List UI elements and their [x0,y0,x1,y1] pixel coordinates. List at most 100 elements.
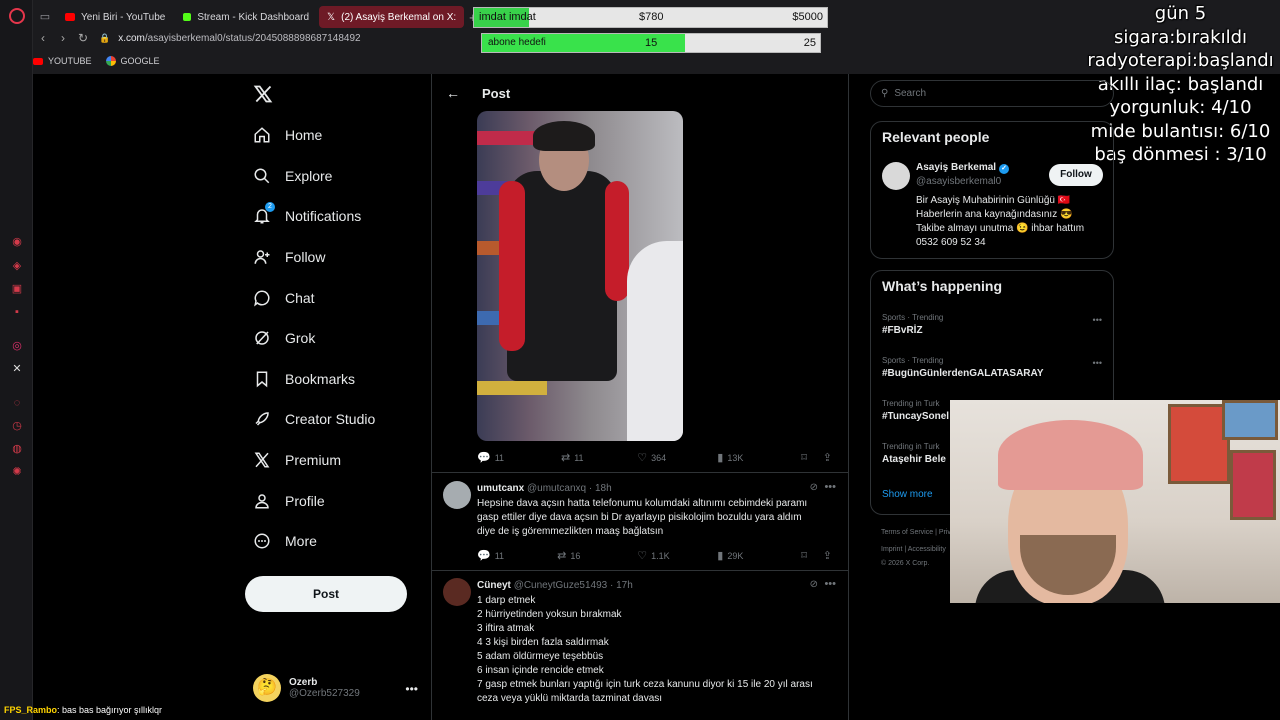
clock-icon[interactable]: ◷ [11,420,23,432]
more-dots-icon[interactable]: ••• [1093,358,1102,368]
show-more-link[interactable]: Show more [882,489,933,500]
search-icon: ⚲ [881,88,889,99]
copyright: © 2026 X Corp. [881,560,930,567]
nav-home[interactable]: Home [253,115,375,156]
more-dots-icon[interactable]: ••• [1093,315,1102,325]
reply-author[interactable]: umutcanx [477,483,524,494]
white-bag [627,241,683,441]
sidebar-app-icon[interactable]: ◌ [11,397,23,409]
reply-text: 1 darp etmek 2 hürriyetinden yoksun bıra… [477,595,813,704]
donation-goal-label: imdat imdat [479,11,536,23]
nav-premium[interactable]: Premium [253,440,375,481]
like-button[interactable]: ♡ 364 [637,451,717,464]
tab-x-post[interactable]: 𝕏 (2) Asayiş Berkemal on X: [319,6,465,28]
reply-item[interactable]: Cüneyt @CuneytGuze51493 · 17h ⊘ ••• 1 da… [432,578,848,720]
person-arm [499,181,525,351]
nav-explore[interactable]: Explore [253,156,375,197]
heart-icon: ♡ [637,550,648,562]
nav-creator-studio[interactable]: Creator Studio [253,399,375,440]
reply-item[interactable]: umutcanx @umutcanxq · 18h ⊘ ••• Hepsine … [432,481,848,571]
trend-item[interactable]: Sports · Trending #FBvRİZ ••• [882,313,1102,336]
reply-text: Hepsine dava açsın hatta telefonumu kolu… [477,498,808,537]
nav-bookmarks[interactable]: Bookmarks [253,359,375,400]
like-button[interactable]: ♡ 1.1K [637,549,717,562]
reply-time: · 17h [610,580,633,591]
post-video[interactable] [477,111,683,441]
more-dots-icon[interactable]: ••• [824,578,836,590]
search-icon [253,167,271,185]
address-bar: ‹ › ↻ 🔒 x.com/asayisberkemal0/status/204… [33,28,361,48]
share-button[interactable]: ⇪ [823,451,832,464]
grok-icon[interactable]: ⊘ [810,482,818,493]
verified-badge-icon: ✓ [999,164,1010,174]
tab-bar: ▭ Yeni Biri - YouTube Stream - Kick Dash… [33,6,477,28]
divider [432,472,848,473]
settings-icon[interactable]: ✺ [11,466,23,478]
grok-icon[interactable]: ⊘ [810,579,818,590]
sidebar-app-icon[interactable]: ◈ [11,260,23,272]
tab-kick[interactable]: Stream - Kick Dashboard [175,6,317,28]
follow-button[interactable]: Follow [1049,164,1103,186]
nav-notifications[interactable]: 2 Notifications [253,196,375,237]
bookmark-button[interactable]: ⌑ [801,451,822,464]
nav-profile[interactable]: Profile [253,480,375,521]
trend-item[interactable]: Sports · Trending #BugünGünlerdenGALATAS… [882,356,1102,379]
reload-icon[interactable]: ↻ [73,31,93,45]
repost-button[interactable]: ⇄ 16 [557,549,637,562]
workspace-icon[interactable]: ▭ [36,8,54,26]
repost-button[interactable]: ⇄ 11 [561,451,637,464]
back-arrow-icon[interactable]: ← [446,85,460,101]
bookmark-button[interactable]: ⌑ [801,549,822,562]
more-dots-icon[interactable]: ••• [824,481,836,493]
footer-links[interactable]: Imprint | Accessibility [881,546,946,553]
avatar[interactable] [443,578,471,606]
sub-goal-current: 15 [645,37,658,49]
person-hair [533,121,595,151]
bookmark-youtube[interactable]: YOUTUBE [33,56,92,66]
reply-author[interactable]: Cüneyt [477,580,511,591]
bookmark-google[interactable]: GOOGLE [105,56,160,66]
sidebar-app-icon[interactable]: ◉ [11,236,23,248]
share-button[interactable]: ⇪ [823,549,832,562]
search-input[interactable]: ⚲ Search [870,80,1114,107]
sidebar-app-icon[interactable]: ▪ [11,306,23,318]
wall-art [1222,400,1278,440]
reply-time: · 18h [588,483,612,494]
nav-chat[interactable]: Chat [253,277,375,318]
person-arm [605,181,629,301]
kick-icon [183,13,192,21]
account-name: Ozerb [289,677,318,688]
views-icon: ▮ [717,550,724,562]
nav-more[interactable]: More [253,521,375,562]
lock-icon: 🔒 [99,32,111,43]
home-icon [253,126,271,144]
reply-button[interactable]: 💬 11 [477,451,561,464]
sidebar-app-icon[interactable]: ▣ [11,283,23,295]
forward-icon[interactable]: › [53,31,73,45]
shelf-item [477,381,547,395]
views-button[interactable]: ▮ 29K [717,549,801,562]
reply-actions: 💬 11 ⇄ 16 ♡ 1.1K ▮ 29K ⌑ ⇪ [477,549,832,562]
views-button[interactable]: ▮ 13K [717,451,801,464]
chat-user: FPS_Rambo [4,705,58,715]
post-button[interactable]: Post [245,576,407,612]
url-field[interactable]: x.com/asayisberkemal0/status/20450888986… [118,33,360,44]
avatar[interactable] [882,162,910,190]
more-dots-icon[interactable]: ••• [405,682,418,696]
nav-grok[interactable]: Grok [253,318,375,359]
opera-logo-icon[interactable] [9,8,25,24]
reply-button[interactable]: 💬 11 [477,549,557,562]
chat-text: : bas bas bağırıyor şıllıklqr [57,705,163,715]
avatar[interactable] [443,481,471,509]
x-icon[interactable]: ✕ [11,363,23,375]
repost-icon: ⇄ [561,452,571,464]
sidebar-app-icon[interactable]: ◍ [11,443,23,455]
account-switcher[interactable]: 🤔 Ozerb @Ozerb527329 ••• [253,674,418,702]
post-column: ← Post 💬 11 ⇄ 11 ♡ 364 ▮ 13K ⌑ ⇪ umutcanx @u… [431,74,849,720]
instagram-icon[interactable]: ◎ [11,340,23,352]
x-logo-icon[interactable] [253,84,273,104]
nav-follow[interactable]: Follow [253,237,375,278]
tab-youtube[interactable]: Yeni Biri - YouTube [57,6,173,28]
post-header: ← Post [432,74,848,112]
back-icon[interactable]: ‹ [33,31,53,45]
